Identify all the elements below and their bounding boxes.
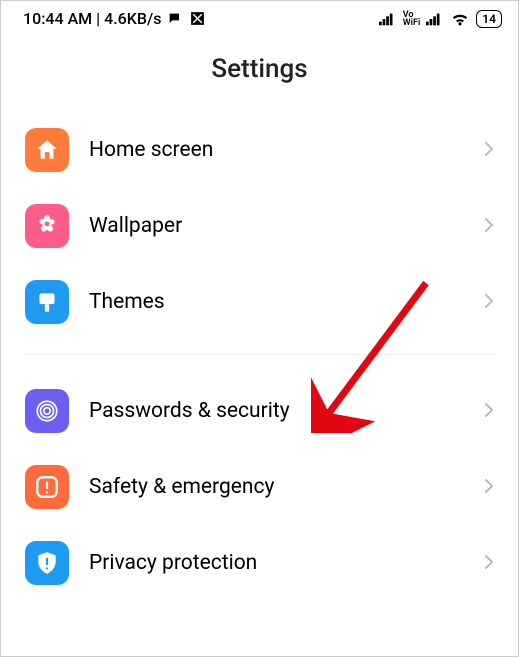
signal-1-icon: [379, 12, 397, 26]
chevron-right-icon: [484, 214, 494, 238]
chevron-right-icon: [484, 551, 494, 575]
chevron-right-icon: [484, 475, 494, 499]
settings-item-label: Wallpaper: [89, 214, 484, 238]
status-time: 10:44 AM | 4.6KB/s: [23, 9, 161, 28]
page-title: Settings: [1, 32, 518, 112]
settings-item-label: Home screen: [89, 138, 484, 162]
settings-item-home-screen[interactable]: Home screen: [17, 112, 502, 188]
status-bar: 10:44 AM | 4.6KB/s VoWiFi 14: [1, 1, 518, 32]
chevron-right-icon: [484, 399, 494, 423]
chevron-right-icon: [484, 290, 494, 314]
battery-indicator: 14: [476, 10, 502, 28]
settings-list-group-2: Passwords & security Safety & emergency …: [1, 373, 518, 601]
vowifi-icon: VoWiFi: [403, 11, 421, 27]
status-left: 10:44 AM | 4.6KB/s: [23, 9, 206, 28]
settings-item-wallpaper[interactable]: Wallpaper: [17, 188, 502, 264]
settings-item-passwords-security[interactable]: Passwords & security: [17, 373, 502, 449]
status-right: VoWiFi 14: [379, 10, 502, 28]
flower-icon: [25, 204, 69, 248]
settings-item-label: Passwords & security: [89, 399, 484, 423]
settings-item-themes[interactable]: Themes: [17, 264, 502, 340]
settings-item-label: Themes: [89, 290, 484, 314]
cast-icon: [189, 10, 206, 27]
fingerprint-icon: [25, 389, 69, 433]
settings-item-safety-emergency[interactable]: Safety & emergency: [17, 449, 502, 525]
settings-item-label: Privacy protection: [89, 551, 484, 575]
brush-icon: [25, 280, 69, 324]
signal-2-icon: [426, 12, 444, 26]
settings-item-privacy-protection[interactable]: Privacy protection: [17, 525, 502, 601]
wifi-icon: [450, 11, 470, 27]
alert-icon: [25, 465, 69, 509]
chevron-right-icon: [484, 138, 494, 162]
settings-item-label: Safety & emergency: [89, 475, 484, 499]
chat-icon: [167, 11, 183, 27]
settings-list-group-1: Home screen Wallpaper Themes: [1, 112, 518, 340]
shield-icon: [25, 541, 69, 585]
divider: [25, 354, 494, 355]
home-icon: [25, 128, 69, 172]
